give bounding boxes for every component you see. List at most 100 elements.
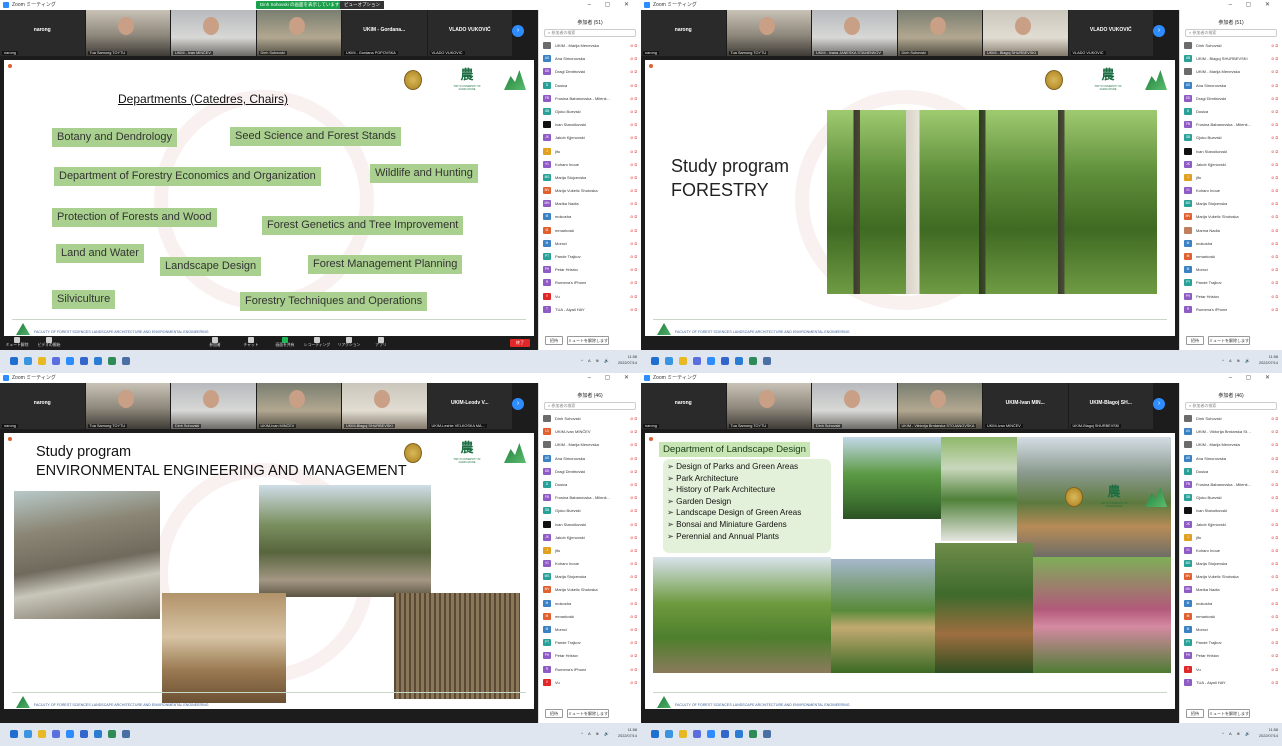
system-tray[interactable]: ^ A ⊕ 🔊 (581, 358, 611, 363)
participants-search-input[interactable]: ⌕ 参加者の検索 (1185, 29, 1277, 37)
participant-video-tile[interactable]: UKIM - Viktorija Brrdarska STOJANOVSKA (897, 383, 982, 429)
zoom-taskbar-icon[interactable] (707, 730, 715, 738)
participant-row[interactable]: MN Marika Nadia ⊘ ⧄ (539, 197, 641, 210)
participant-row[interactable]: JK Jakob Kjjenovski ⊘ ⧄ (539, 131, 641, 144)
excel-icon[interactable] (108, 730, 116, 738)
participant-row[interactable]: JK Jakob Kjjenovski ⊘ ⧄ (1180, 158, 1282, 171)
teams-icon[interactable] (52, 730, 60, 738)
participant-row[interactable]: MS Marija Stojcevska ⊘ ⧄ (1180, 557, 1282, 570)
app-icon[interactable] (763, 357, 771, 365)
invite-button[interactable]: 招待 (1186, 709, 1204, 718)
participant-row[interactable]: Mmmarkoski ⊘ ⧄ (1180, 250, 1282, 263)
participant-row[interactable]: PT Pande Trajkov ⊘ ⧄ (1180, 276, 1282, 289)
reactions-button[interactable]: リアクション (334, 337, 364, 348)
participant-row[interactable]: Mmokosha ⊘ ⧄ (539, 210, 641, 223)
participant-row[interactable]: MS Marija Stojcevska ⊘ ⧄ (539, 171, 641, 184)
folder-icon[interactable] (679, 357, 687, 365)
participants-search-input[interactable]: ⌕ 参加者の検索 (544, 402, 636, 410)
start-video-button[interactable]: ビデオの開始 (34, 337, 64, 348)
unmute-all-button[interactable]: ミュートを解除します (1208, 336, 1250, 345)
participant-row[interactable]: R Rumena's iPhone ⊘ ⧄ (539, 663, 641, 676)
invite-button[interactable]: 招待 (1186, 336, 1204, 345)
participant-row[interactable]: AS Ana Simonovska ⊘ ⧄ (539, 452, 641, 465)
chevron-right-icon[interactable]: › (1153, 398, 1165, 410)
participant-row[interactable]: Dinh Sohovski ⊘ ⧄ (1180, 412, 1282, 425)
participant-row[interactable]: Mmokosha ⊘ ⧄ (1180, 597, 1282, 610)
participant-row[interactable]: GB Gjoko Buevski ⊘ ⧄ (1180, 131, 1282, 144)
participant-row[interactable]: Mmmarkoski ⊘ ⧄ (539, 610, 641, 623)
participant-video-tile[interactable]: Tua Sarnong TOYTU (726, 383, 811, 429)
participant-video-tile[interactable]: UKIM - Ivana JANESKA STAMENKOV (812, 10, 897, 56)
system-tray[interactable]: ^ A ⊕ 🔊 (1222, 731, 1252, 736)
chat-button[interactable]: チャット (236, 337, 266, 348)
participant-row[interactable]: Dinh Sohovski ⊘ ⧄ (1180, 39, 1282, 52)
end-meeting-button[interactable]: 終了 (510, 339, 530, 347)
participant-name-tile[interactable]: narong narong (641, 383, 726, 429)
participant-row[interactable]: MS Marija Stojcevska ⊘ ⧄ (1180, 197, 1282, 210)
participant-video-tile[interactable]: UKIM - Blagoj SHURBEVSKI (983, 10, 1068, 56)
app-icon[interactable] (122, 730, 130, 738)
participant-row[interactable]: Jjifu ⊘ ⧄ (539, 544, 641, 557)
participant-row[interactable]: M Momci ⊘ ⧄ (1180, 263, 1282, 276)
word-icon[interactable] (735, 730, 743, 738)
view-options-button[interactable]: ビューオプション (340, 1, 384, 9)
windows-start-icon[interactable] (10, 730, 18, 738)
window-controls[interactable]: – ▢ ✕ (588, 0, 635, 10)
folder-icon[interactable] (679, 730, 687, 738)
participant-row[interactable]: Mmokosha ⊘ ⧄ (1180, 237, 1282, 250)
participant-row[interactable]: PH Petar Hristov ⊘ ⧄ (539, 263, 641, 276)
participant-row[interactable]: M Momci ⊘ ⧄ (539, 237, 641, 250)
participant-row[interactable]: FB Frosina Babanovska - Milenkov... ⊘ ⧄ (1180, 118, 1282, 131)
participant-row[interactable]: Jjifu ⊘ ⧄ (1180, 171, 1282, 184)
unmute-all-button[interactable]: ミュートを解除します (567, 709, 609, 718)
participant-row[interactable]: V Vu ⊘ ⧄ (539, 676, 641, 689)
participants-button[interactable]: 参加者 (200, 337, 230, 348)
participant-row[interactable]: PH Petar Hristov ⊘ ⧄ (1180, 649, 1282, 662)
zoom-taskbar-icon[interactable] (66, 357, 74, 365)
participant-row[interactable]: Mmokosha ⊘ ⧄ (539, 597, 641, 610)
excel-icon[interactable] (108, 357, 116, 365)
chevron-right-icon[interactable]: › (512, 25, 524, 37)
participant-video-tile[interactable]: Tua Sarnong TOYTU (726, 10, 811, 56)
participant-video-tile[interactable]: Tua Sarnong TOYTU (85, 383, 170, 429)
participant-name-tile[interactable]: narong narong (641, 10, 726, 56)
participant-video-tile[interactable]: Dinh Sohovski (812, 383, 897, 429)
excel-icon[interactable] (749, 730, 757, 738)
participant-row[interactable]: MN Marika Nadia ⊘ ⧄ (1180, 583, 1282, 596)
participant-row[interactable]: Ivan Stanoikovski ⊘ ⧄ (1180, 504, 1282, 517)
edge-icon[interactable] (721, 357, 729, 365)
participant-row[interactable]: Ivan Stanoikovski ⊘ ⧄ (539, 518, 641, 531)
participant-row[interactable]: UB UKIM - Blagoj SHURBEVSKI ⊘ ⧄ (1180, 52, 1282, 65)
participants-search-input[interactable]: ⌕ 参加者の検索 (1185, 402, 1277, 410)
participant-row[interactable]: UI UKIM-Ivan MINČEV ⊘ ⧄ (539, 425, 641, 438)
participant-row[interactable]: DD Dragi Dimitrovski ⊘ ⧄ (1180, 92, 1282, 105)
participant-row[interactable]: KI Koharo Inoue ⊘ ⧄ (539, 557, 641, 570)
participant-row[interactable]: T TUA - Aiyali HAY ⊘ ⧄ (539, 303, 641, 316)
windows-start-icon[interactable] (651, 357, 659, 365)
participant-row[interactable]: PH Petar Hristov ⊘ ⧄ (1180, 290, 1282, 303)
edge-icon[interactable] (80, 730, 88, 738)
participant-row[interactable]: V Vu ⊘ ⧄ (539, 290, 641, 303)
participant-row[interactable]: D Dusica ⊘ ⧄ (539, 478, 641, 491)
word-icon[interactable] (94, 730, 102, 738)
participant-video-tile[interactable]: UKIM-Blagoj SHURBEVSKI (342, 383, 427, 429)
participant-row[interactable]: M Momci ⊘ ⧄ (539, 623, 641, 636)
participant-row[interactable]: D Dusica ⊘ ⧄ (539, 79, 641, 92)
apps-button[interactable]: アプリ (366, 337, 396, 348)
zoom-taskbar-icon[interactable] (66, 730, 74, 738)
participant-row[interactable]: JK Jakob Kjjenovski ⊘ ⧄ (539, 531, 641, 544)
search-icon[interactable] (24, 357, 32, 365)
participant-video-tile[interactable]: UKIM - Ivan MINČEV (171, 10, 256, 56)
app-icon[interactable] (763, 730, 771, 738)
participant-name-tile[interactable]: narong narong (0, 10, 85, 56)
folder-icon[interactable] (38, 357, 46, 365)
participant-row[interactable]: FB Frosina Babanovska - Milenkov... ⊘ ⧄ (539, 92, 641, 105)
participant-row[interactable]: Ivan Stanoikovski ⊘ ⧄ (1180, 145, 1282, 158)
participant-row[interactable]: GB Gjoko Buevski ⊘ ⧄ (1180, 491, 1282, 504)
participant-row[interactable]: JK Jakob Kjjenovski ⊘ ⧄ (1180, 518, 1282, 531)
participant-row[interactable]: DD Dragi Dimitrovski ⊘ ⧄ (539, 465, 641, 478)
system-tray[interactable]: ^ A ⊕ 🔊 (1222, 358, 1252, 363)
participant-row[interactable]: UV UKIM - Viktorija Brrdarska Stoj... ⊘ ⧄ (1180, 425, 1282, 438)
participant-video-tile[interactable]: Dinh Sohovski (256, 10, 341, 56)
edge-icon[interactable] (80, 357, 88, 365)
